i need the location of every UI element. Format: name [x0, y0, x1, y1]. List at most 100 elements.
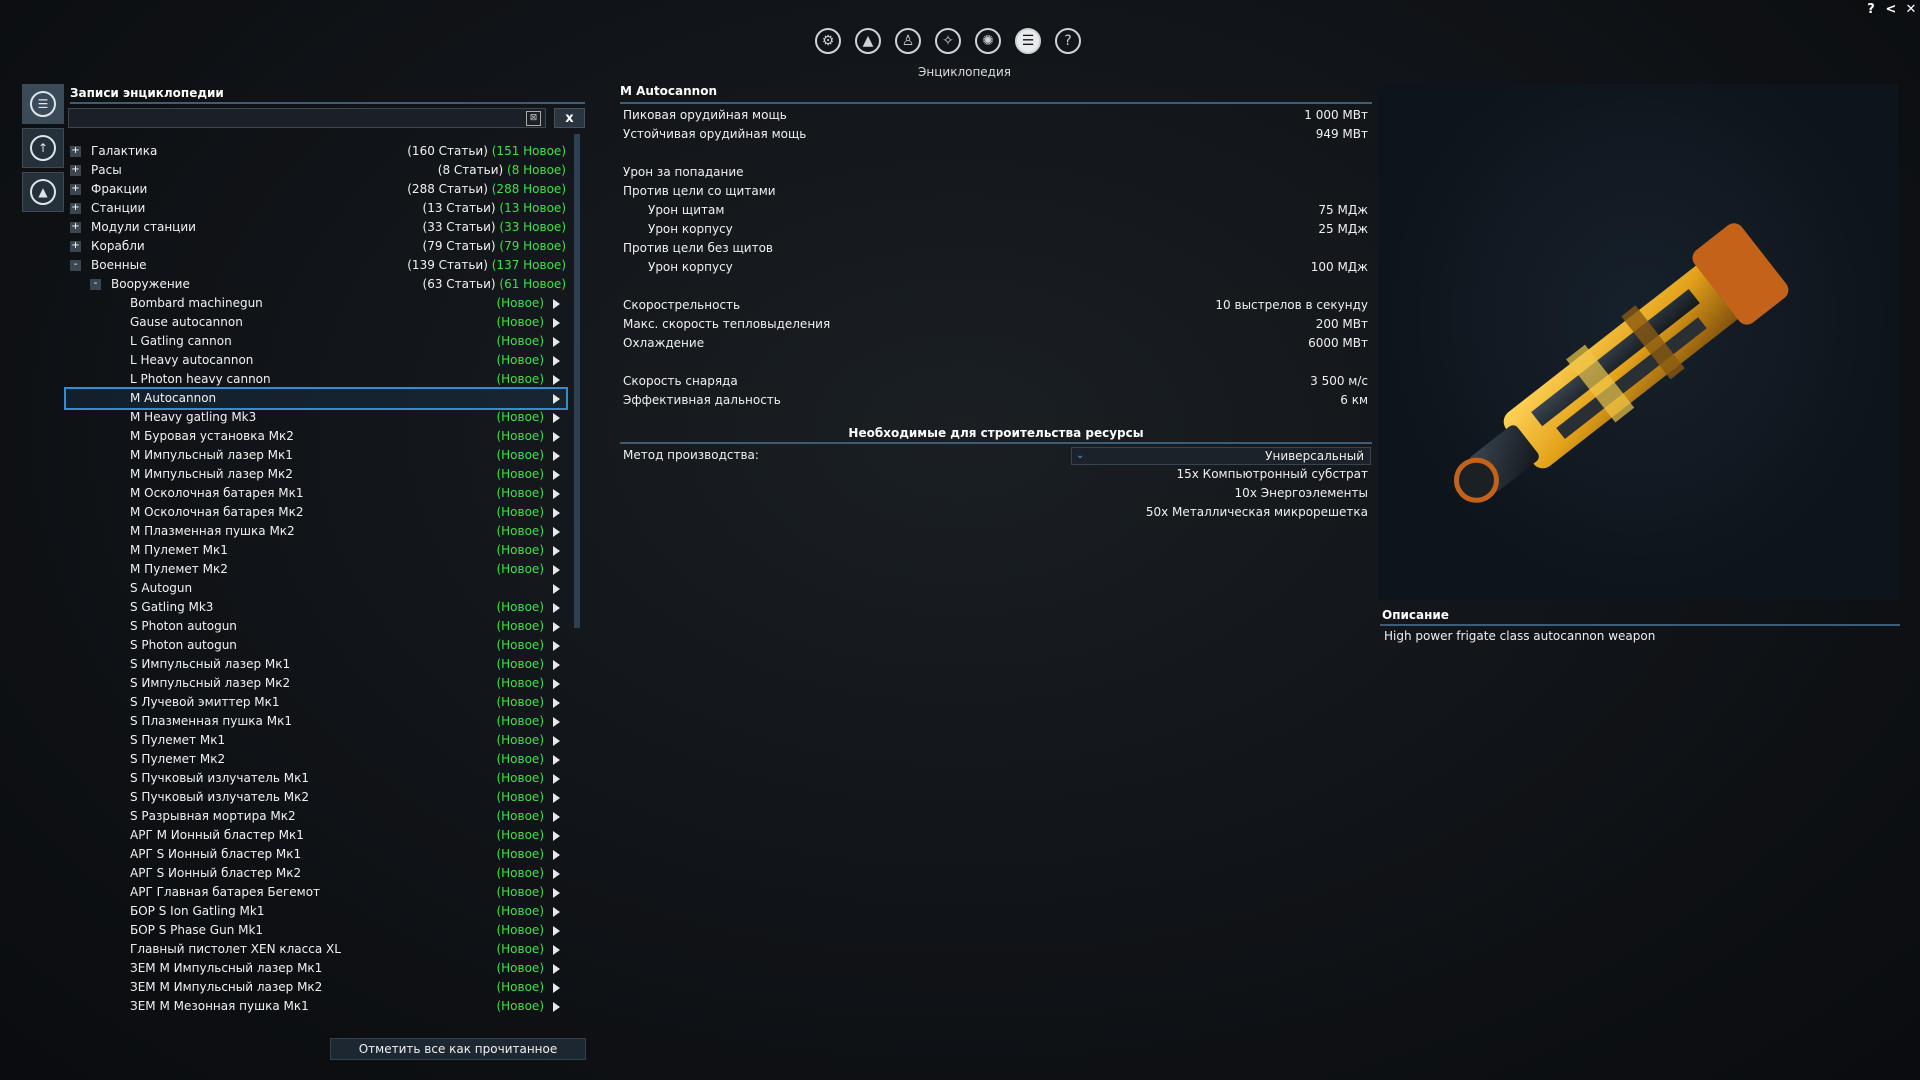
- open-entry-arrow-icon[interactable]: [553, 850, 560, 860]
- open-entry-arrow-icon[interactable]: [553, 869, 560, 879]
- back-corner-button[interactable]: <: [1884, 2, 1898, 17]
- tree-entry[interactable]: S Gatling Mk3 (Новое): [66, 598, 566, 617]
- open-entry-arrow-icon[interactable]: [553, 375, 560, 385]
- tree-entry[interactable]: Главный пистолет XEN класса XL (Новое): [66, 940, 566, 959]
- tree-entry[interactable]: S Пулемет Мк2 (Новое): [66, 750, 566, 769]
- open-entry-arrow-icon[interactable]: [553, 337, 560, 347]
- tree-entry[interactable]: S Photon autogun (Новое): [66, 636, 566, 655]
- tree-entry[interactable]: M Буровая установка Мк2 (Новое): [66, 427, 566, 446]
- ship-icon[interactable]: ▲: [855, 28, 881, 54]
- collapse-icon[interactable]: -: [90, 279, 101, 290]
- expand-icon[interactable]: +: [70, 222, 81, 233]
- tree-entry[interactable]: L Photon heavy cannon (Новое): [66, 370, 566, 389]
- open-entry-arrow-icon[interactable]: [553, 660, 560, 670]
- search-clear-icon[interactable]: ⊠: [526, 111, 541, 126]
- production-method-dropdown[interactable]: ⌄ Универсальный: [1071, 447, 1371, 465]
- tree-entry[interactable]: АРГ M Ионный бластер Мк1 (Новое): [66, 826, 566, 845]
- tree-entry[interactable]: M Autocannon: [64, 387, 568, 410]
- expand-icon[interactable]: +: [70, 165, 81, 176]
- tree-category[interactable]: + Модули станции (33 Статьи) (33 Новое): [66, 218, 566, 237]
- open-entry-arrow-icon[interactable]: [553, 926, 560, 936]
- tree-entry[interactable]: АРГ S Ионный бластер Мк1 (Новое): [66, 845, 566, 864]
- open-entry-arrow-icon[interactable]: [553, 1002, 560, 1012]
- person-icon[interactable]: ♙: [895, 28, 921, 54]
- tree-entry[interactable]: S Лучевой эмиттер Мк1 (Новое): [66, 693, 566, 712]
- open-entry-arrow-icon[interactable]: [553, 603, 560, 613]
- open-entry-arrow-icon[interactable]: [553, 641, 560, 651]
- open-entry-arrow-icon[interactable]: [553, 565, 560, 575]
- open-entry-arrow-icon[interactable]: [553, 736, 560, 746]
- open-entry-arrow-icon[interactable]: [553, 527, 560, 537]
- tree-entry[interactable]: M Heavy gatling Mk3 (Новое): [66, 408, 566, 427]
- open-entry-arrow-icon[interactable]: [553, 755, 560, 765]
- encyclopedia-icon[interactable]: ☰: [1015, 28, 1041, 54]
- collapse-icon[interactable]: -: [70, 260, 81, 271]
- ship-side-icon[interactable]: ▲: [22, 172, 64, 212]
- rank-icon[interactable]: ✧: [935, 28, 961, 54]
- open-entry-arrow-icon[interactable]: [553, 489, 560, 499]
- open-entry-arrow-icon[interactable]: [553, 945, 560, 955]
- open-entry-arrow-icon[interactable]: [553, 774, 560, 784]
- open-entry-arrow-icon[interactable]: [553, 318, 560, 328]
- expand-icon[interactable]: +: [70, 146, 81, 157]
- tree-entry[interactable]: ЗЕМ M Импульсный лазер Мк2 (Новое): [66, 978, 566, 997]
- open-entry-arrow-icon[interactable]: [553, 470, 560, 480]
- expand-icon[interactable]: +: [70, 184, 81, 195]
- open-entry-arrow-icon[interactable]: [553, 983, 560, 993]
- open-entry-arrow-icon[interactable]: [553, 432, 560, 442]
- open-entry-arrow-icon[interactable]: [553, 584, 560, 594]
- tree-entry[interactable]: S Плазменная пушка Мк1 (Новое): [66, 712, 566, 731]
- tree-entry[interactable]: M Пулемет Мк1 (Новое): [66, 541, 566, 560]
- open-entry-arrow-icon[interactable]: [553, 622, 560, 632]
- tree-entry[interactable]: АРГ Главная батарея Бегемот (Новое): [66, 883, 566, 902]
- tree-category[interactable]: - Вооружение (63 Статьи) (61 Новое): [66, 275, 566, 294]
- tree-entry[interactable]: ЗЕМ M Импульсный лазер Мк1 (Новое): [66, 959, 566, 978]
- compass-side-icon[interactable]: ↑: [22, 128, 64, 168]
- close-corner-button[interactable]: ✕: [1904, 2, 1918, 17]
- tree-category[interactable]: + Фракции (288 Статьи) (288 Новое): [66, 180, 566, 199]
- clear-search-button[interactable]: x: [554, 108, 585, 128]
- tree-entry[interactable]: S Пулемет Мк1 (Новое): [66, 731, 566, 750]
- open-entry-arrow-icon[interactable]: [553, 413, 560, 423]
- tree-category[interactable]: + Станции (13 Статьи) (13 Новое): [66, 199, 566, 218]
- open-entry-arrow-icon[interactable]: [553, 888, 560, 898]
- expand-icon[interactable]: +: [70, 241, 81, 252]
- tree-entry[interactable]: БОР S Ion Gatling Mk1 (Новое): [66, 902, 566, 921]
- tree-entry[interactable]: L Heavy autocannon (Новое): [66, 351, 566, 370]
- tree-entry[interactable]: M Осколочная батарея Мк1 (Новое): [66, 484, 566, 503]
- open-entry-arrow-icon[interactable]: [553, 394, 560, 404]
- network-icon[interactable]: ✺: [975, 28, 1001, 54]
- tree-entry[interactable]: S Разрывная мортира Мк2 (Новое): [66, 807, 566, 826]
- open-entry-arrow-icon[interactable]: [553, 698, 560, 708]
- tree-entry[interactable]: АРГ S Ионный бластер Мк2 (Новое): [66, 864, 566, 883]
- open-entry-arrow-icon[interactable]: [553, 299, 560, 309]
- open-entry-arrow-icon[interactable]: [553, 964, 560, 974]
- open-entry-arrow-icon[interactable]: [553, 451, 560, 461]
- tree-entry[interactable]: Gause autocannon (Новое): [66, 313, 566, 332]
- help-icon[interactable]: ?: [1055, 28, 1081, 54]
- open-entry-arrow-icon[interactable]: [553, 907, 560, 917]
- tree-entry[interactable]: M Импульсный лазер Мк1 (Новое): [66, 446, 566, 465]
- open-entry-arrow-icon[interactable]: [553, 793, 560, 803]
- tree-entry[interactable]: S Импульсный лазер Мк1 (Новое): [66, 655, 566, 674]
- open-entry-arrow-icon[interactable]: [553, 679, 560, 689]
- tree-category[interactable]: + Корабли (79 Статьи) (79 Новое): [66, 237, 566, 256]
- tree-category[interactable]: + Галактика (160 Статьи) (151 Новое): [66, 142, 566, 161]
- encyclopedia-side-icon[interactable]: ☰: [22, 84, 64, 124]
- tree-entry[interactable]: M Импульсный лазер Мк2 (Новое): [66, 465, 566, 484]
- open-entry-arrow-icon[interactable]: [553, 546, 560, 556]
- open-entry-arrow-icon[interactable]: [553, 356, 560, 366]
- tree-entry[interactable]: M Пулемет Мк2 (Новое): [66, 560, 566, 579]
- help-corner-button[interactable]: ?: [1864, 2, 1878, 17]
- open-entry-arrow-icon[interactable]: [553, 717, 560, 727]
- open-entry-arrow-icon[interactable]: [553, 831, 560, 841]
- tree-entry[interactable]: S Autogun: [66, 579, 566, 598]
- tree-entry[interactable]: M Плазменная пушка Мк2 (Новое): [66, 522, 566, 541]
- tree-category[interactable]: + Расы (8 Статьи) (8 Новое): [66, 161, 566, 180]
- tree-scrollbar[interactable]: [574, 134, 580, 628]
- mark-all-read-button[interactable]: Отметить все как прочитанное: [330, 1038, 586, 1060]
- tree-category[interactable]: - Военные (139 Статьи) (137 Новое): [66, 256, 566, 275]
- expand-icon[interactable]: +: [70, 203, 81, 214]
- tree-entry[interactable]: M Осколочная батарея Мк2 (Новое): [66, 503, 566, 522]
- open-entry-arrow-icon[interactable]: [553, 812, 560, 822]
